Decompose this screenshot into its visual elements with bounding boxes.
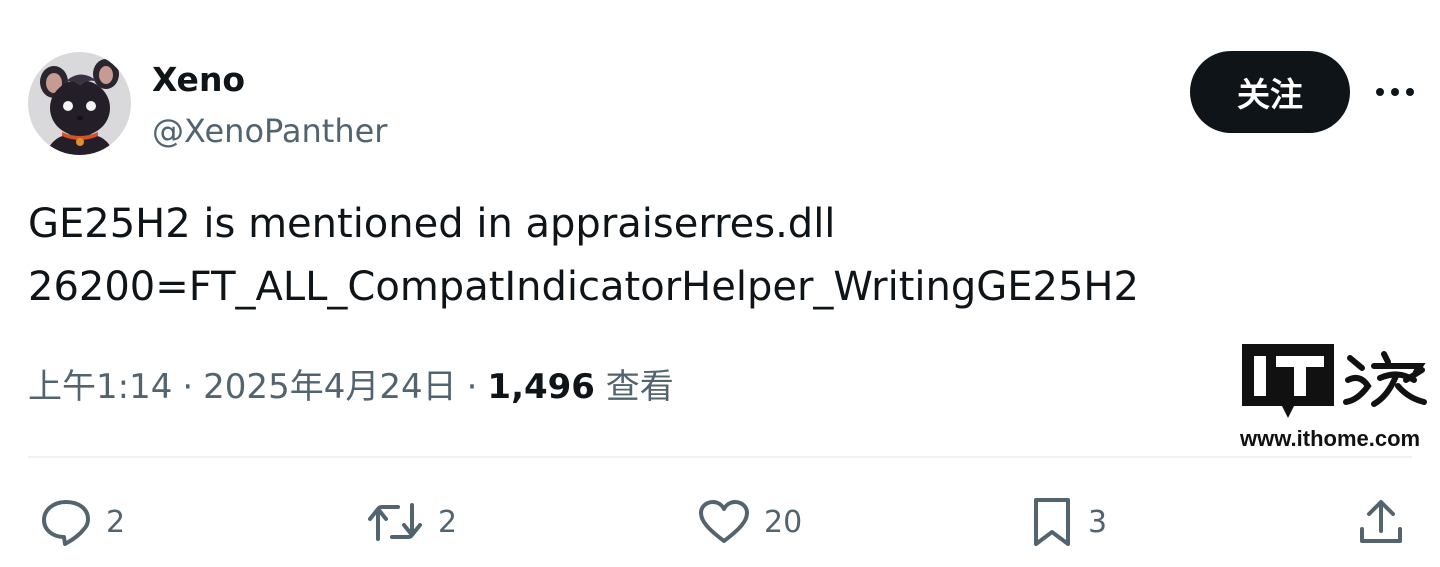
tweet-date[interactable]: 2025年4月24日 [203, 367, 456, 407]
reply-icon [42, 500, 90, 546]
tweet-text-line: 26200=FT_ALL_CompatIndicatorHelper_Writi… [28, 264, 1139, 310]
retweet-button[interactable]: 2 [366, 494, 457, 550]
author-display-name[interactable]: Xeno [152, 58, 245, 102]
retweet-count: 2 [438, 504, 458, 540]
more-button[interactable] [1370, 72, 1420, 112]
divider [28, 456, 1412, 458]
tweet-time[interactable]: 上午1:14 [28, 367, 172, 407]
avatar[interactable] [28, 52, 131, 155]
meta-separator: · [182, 367, 194, 407]
follow-button[interactable]: 关注 [1190, 51, 1350, 133]
like-count: 20 [764, 504, 803, 540]
ithome-watermark-url: www.ithome.com [1240, 426, 1421, 451]
tweet-text-line: GE25H2 is mentioned in appraiserres.dll [28, 201, 836, 247]
views-label: 查看 [605, 367, 674, 407]
bookmark-count: 3 [1088, 504, 1108, 540]
more-horizontal-icon [1376, 88, 1414, 96]
retweet-icon [368, 503, 422, 541]
heart-icon [699, 500, 749, 543]
bookmark-button[interactable]: 3 [1030, 494, 1107, 550]
author-handle[interactable]: @XenoPanther [152, 109, 387, 153]
meta-separator: · [466, 367, 478, 407]
tweet-meta: 上午1:14 · 2025年4月24日 · 1,496 查看 [28, 362, 674, 412]
share-button[interactable] [1356, 494, 1406, 550]
like-button[interactable]: 20 [698, 494, 802, 550]
bookmark-icon [1034, 498, 1070, 546]
black-panther-avatar-icon [28, 52, 131, 155]
reply-count: 2 [106, 504, 126, 540]
ithome-logo-icon [1242, 344, 1427, 418]
share-icon [1360, 500, 1402, 543]
reply-button[interactable]: 2 [40, 494, 125, 550]
views-count[interactable]: 1,496 [487, 367, 595, 407]
